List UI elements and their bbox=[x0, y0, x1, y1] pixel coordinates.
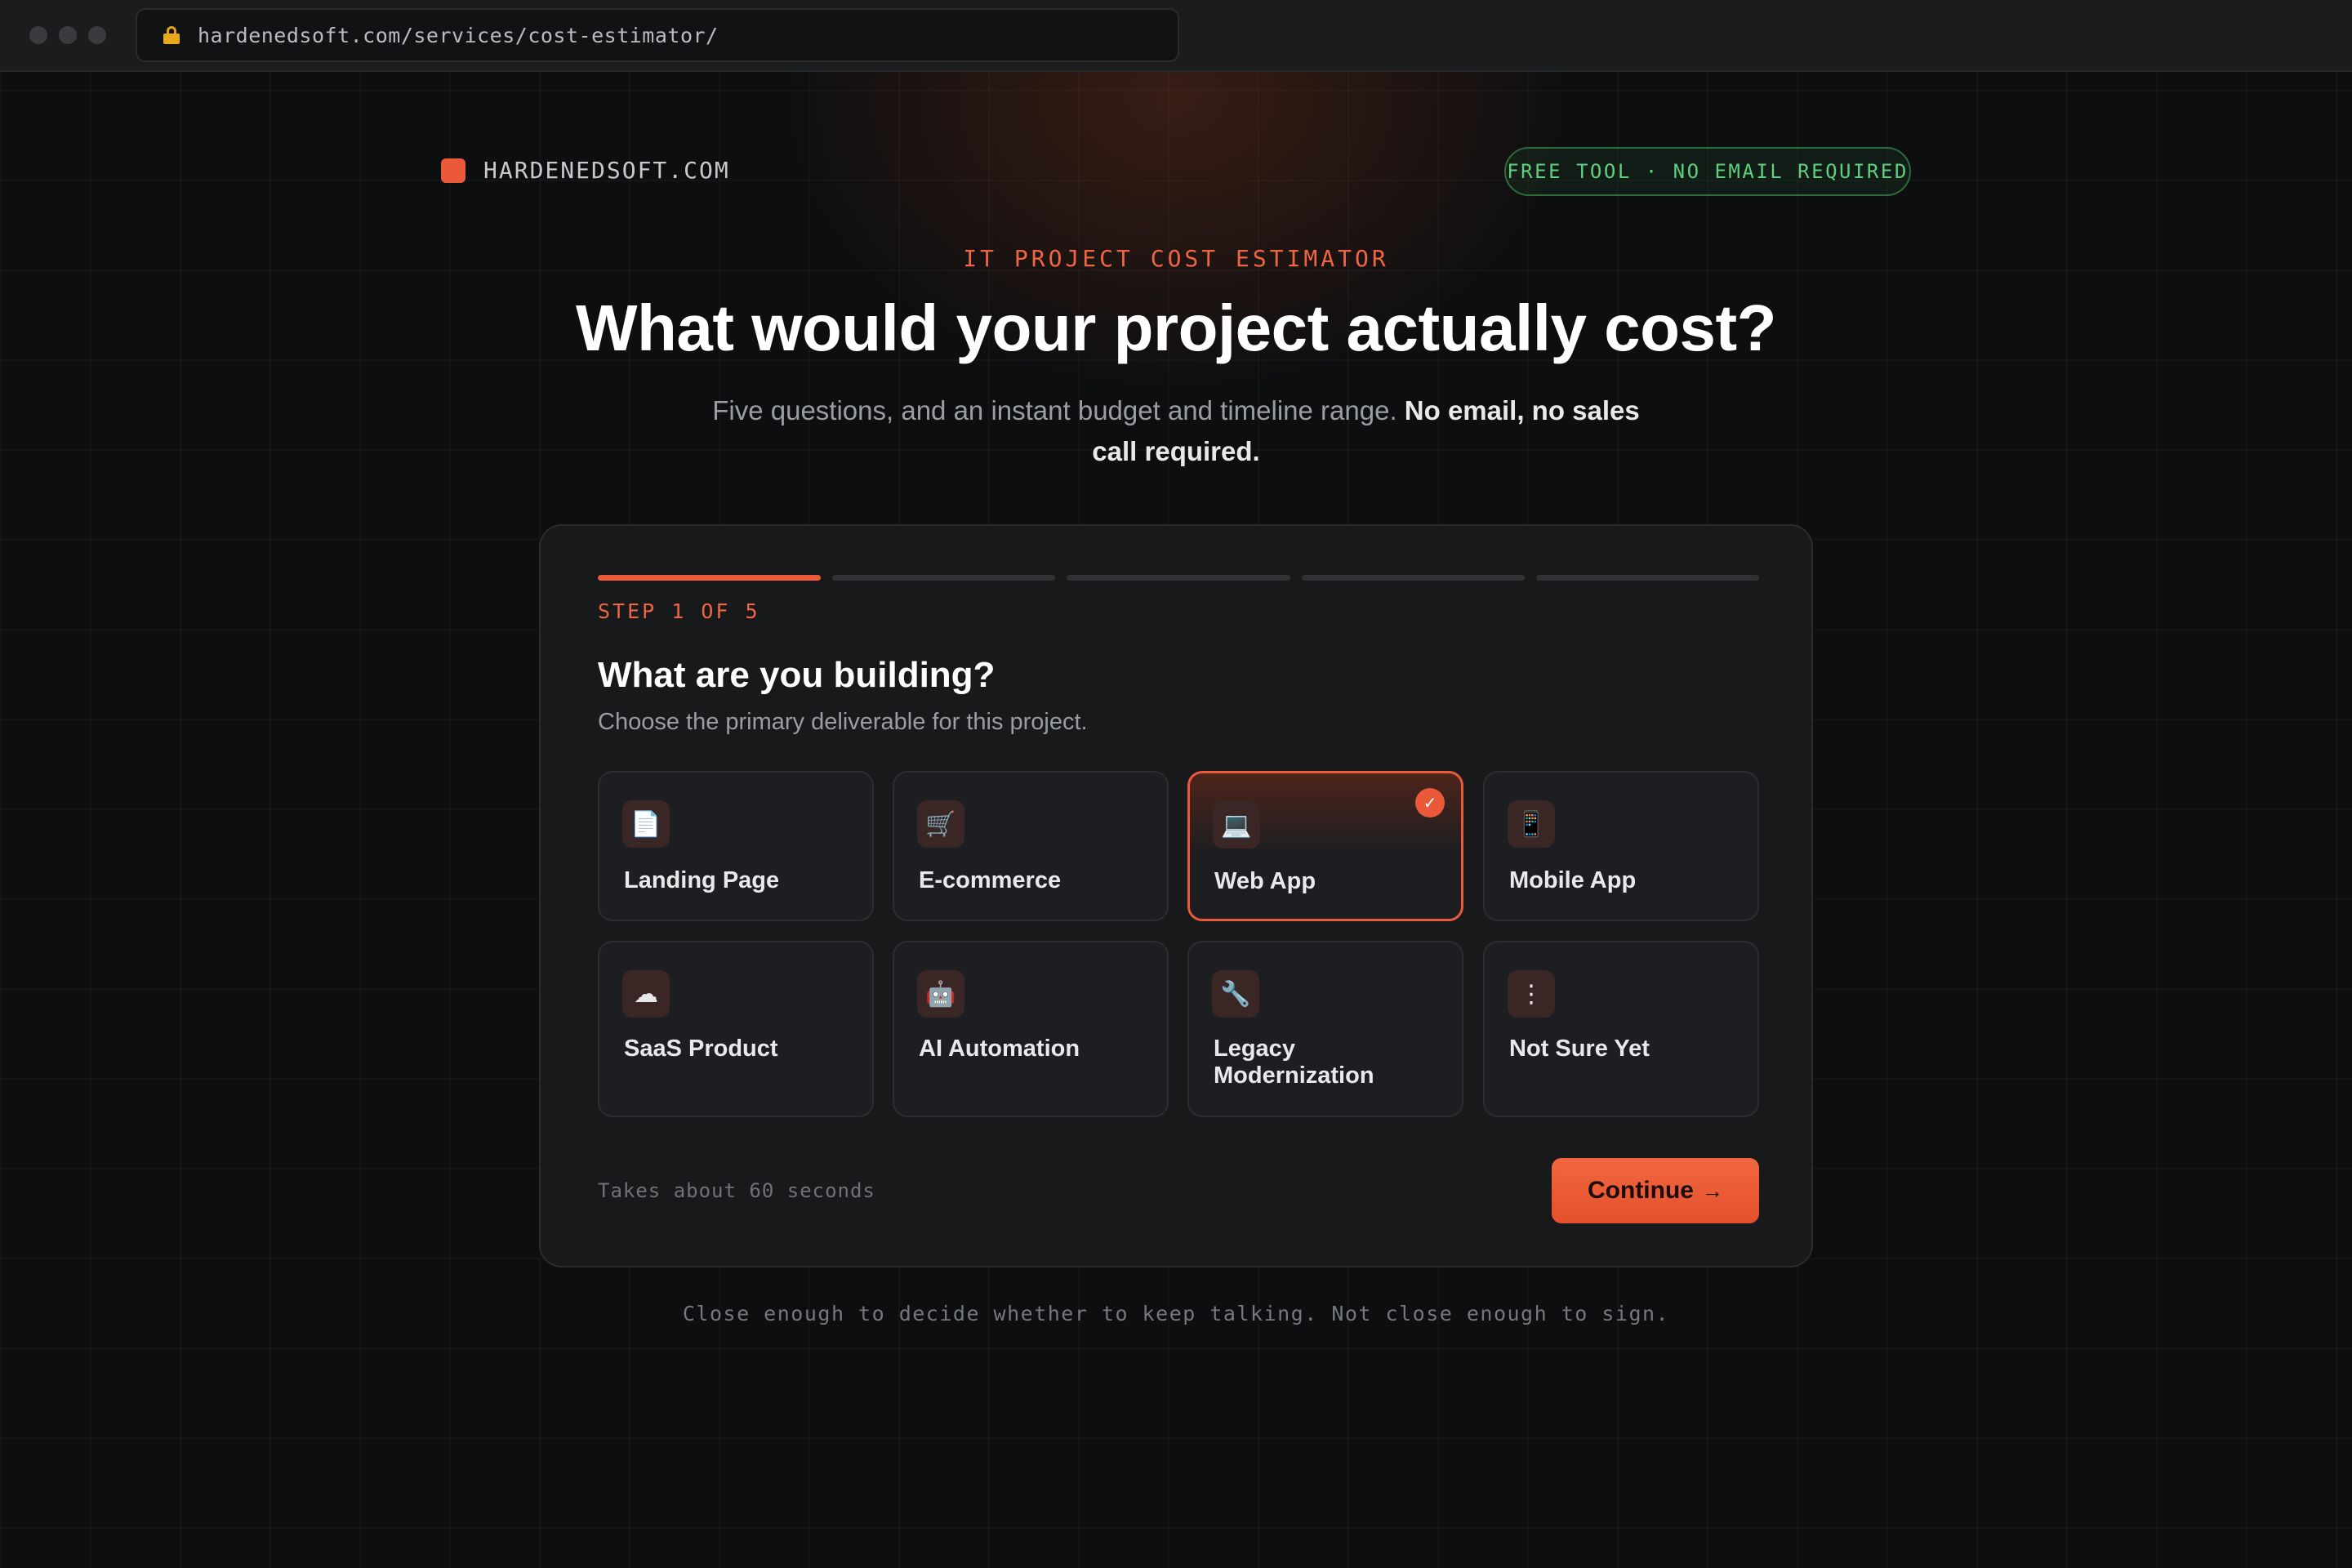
lock-icon bbox=[163, 26, 180, 44]
option-card[interactable]: 🤖 AI Automation bbox=[893, 941, 1169, 1117]
laptop-icon: 💻 bbox=[1213, 801, 1260, 849]
progress-segment bbox=[1535, 575, 1760, 581]
continue-button[interactable]: Continue → bbox=[1552, 1158, 1759, 1223]
eyebrow-label: IT PROJECT COST ESTIMATOR bbox=[963, 245, 1389, 272]
robot-icon: 🤖 bbox=[917, 970, 964, 1018]
option-label: E-commerce bbox=[919, 867, 1062, 893]
option-label: Web App bbox=[1214, 868, 1316, 894]
option-label: AI Automation bbox=[919, 1036, 1080, 1062]
window-minimize-dot[interactable] bbox=[59, 26, 77, 44]
brand-square-icon bbox=[441, 158, 466, 183]
step-progress-bar bbox=[598, 575, 1760, 581]
option-card[interactable]: 📄 Landing Page bbox=[598, 771, 874, 921]
more-icon: ⋮ bbox=[1508, 970, 1555, 1018]
option-card[interactable]: ☁ SaaS Product bbox=[598, 941, 874, 1117]
progress-segment bbox=[832, 575, 1056, 581]
wrench-icon: 🔧 bbox=[1212, 970, 1259, 1018]
time-note: Takes about 60 seconds bbox=[598, 1179, 875, 1202]
progress-segment bbox=[1301, 575, 1525, 581]
option-card[interactable]: 🛒 E-commerce bbox=[893, 771, 1169, 921]
page-title: What would your project actually cost? bbox=[575, 292, 1777, 364]
estimator-card: STEP 1 OF 5 What are you building? Choos… bbox=[539, 524, 1813, 1267]
cart-icon: 🛒 bbox=[917, 800, 964, 848]
progress-segment bbox=[1067, 575, 1290, 581]
option-label: Not Sure Yet bbox=[1509, 1036, 1650, 1062]
hero-subtitle: Five questions, and an instant budget an… bbox=[702, 390, 1650, 472]
option-card[interactable]: 🔧 Legacy Modernization bbox=[1187, 941, 1463, 1117]
cloud-icon: ☁ bbox=[622, 970, 670, 1018]
progress-segment bbox=[598, 575, 822, 581]
document-icon: 📄 bbox=[622, 800, 670, 848]
free-tool-badge: FREE TOOL · NO EMAIL REQUIRED bbox=[1504, 147, 1911, 196]
step-label: STEP 1 OF 5 bbox=[598, 599, 760, 623]
option-label: Legacy Modernization bbox=[1214, 1036, 1374, 1089]
address-bar[interactable]: hardenedsoft.com/services/cost-estimator… bbox=[136, 8, 1179, 62]
question-helper: Choose the primary deliverable for this … bbox=[598, 709, 1088, 735]
disclaimer-note: Close enough to decide whether to keep t… bbox=[682, 1302, 1670, 1325]
option-label: Landing Page bbox=[624, 867, 780, 893]
brand-name: HARDENEDSOFT.COM bbox=[483, 157, 730, 184]
continue-label: Continue bbox=[1588, 1177, 1694, 1204]
arrow-right-icon: → bbox=[1701, 1178, 1723, 1203]
url-text: hardenedsoft.com/services/cost-estimator… bbox=[198, 23, 719, 47]
option-label: Mobile App bbox=[1509, 867, 1637, 893]
browser-toolbar: hardenedsoft.com/services/cost-estimator… bbox=[0, 0, 2352, 72]
brand-logo[interactable]: HARDENEDSOFT.COM bbox=[441, 157, 730, 184]
hero-subtitle-plain: Five questions, and an instant budget an… bbox=[712, 395, 1405, 425]
question-title: What are you building? bbox=[598, 655, 996, 695]
option-card[interactable]: 📱 Mobile App bbox=[1483, 771, 1759, 921]
check-icon: ✓ bbox=[1415, 788, 1445, 817]
option-label: SaaS Product bbox=[624, 1036, 778, 1062]
phone-icon: 📱 bbox=[1508, 800, 1555, 848]
window-close-dot[interactable] bbox=[29, 26, 47, 44]
option-card[interactable]: ⋮ Not Sure Yet bbox=[1483, 941, 1759, 1117]
window-maximize-dot[interactable] bbox=[88, 26, 106, 44]
option-card[interactable]: 💻 Web App ✓ bbox=[1187, 771, 1463, 921]
